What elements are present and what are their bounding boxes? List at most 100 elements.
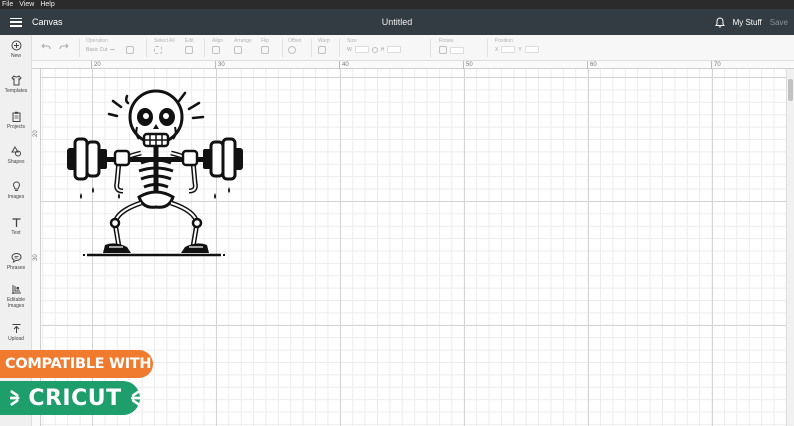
ruler-top: 20 30 40 50 60 70 [32,61,794,69]
cricut-text: CRICUT [28,385,122,411]
sidebar-item-phrases[interactable]: Phrases [0,252,32,271]
warp-control[interactable]: Warp [318,38,330,54]
chevron-down-icon [110,48,116,52]
sidebar-item-projects[interactable]: Projects [0,111,32,130]
width-input[interactable] [354,46,369,53]
cricut-swoosh-icon [10,390,20,406]
bell-icon[interactable] [714,16,725,28]
size-label: Size [347,38,357,44]
align-label: Align [212,38,224,44]
flip-control[interactable]: Flip [261,38,269,54]
sidebar-item-label: Phrases [6,265,26,271]
shirt-icon [10,75,22,86]
ruler-top-label: 50 [466,62,473,68]
edit-control[interactable]: Edit [185,38,194,54]
ruler-top-label: 60 [590,62,597,68]
sidebar-item-text[interactable]: Text [0,217,32,236]
warp-label: Warp [318,38,330,44]
flip-icon [261,46,269,54]
operation-control[interactable]: Operation Basic Cut [86,38,135,54]
scissors-icon [185,46,193,54]
size-h-label: H [380,46,385,53]
cricut-badge: CRICUT [0,381,140,415]
select-all-icon [154,46,162,54]
text-icon [12,218,20,227]
offset-control[interactable]: Offset [288,38,301,54]
cricut-swoosh-icon [130,390,140,406]
undo-icon[interactable] [41,43,51,51]
flip-label: Flip [261,38,270,44]
arrange-icon [234,46,242,54]
position-x-input[interactable] [501,46,516,53]
compatible-with-text: COMPATIBLE WITH [5,356,152,372]
sidebar-item-upload[interactable]: Upload [0,323,32,342]
rotate-input[interactable] [450,46,464,54]
sidebar-item-new[interactable]: New [0,40,32,59]
height-input[interactable] [387,46,402,53]
lock-icon[interactable] [371,46,378,53]
ruler-tick [587,61,588,69]
rotate-label: Rotate [439,38,454,44]
select-all-control[interactable]: Select All [154,38,175,54]
sidebar-item-images[interactable]: Images [0,181,32,200]
size-control[interactable]: Size W H [347,38,402,53]
position-x-label: X [495,46,499,53]
warp-icon [318,46,326,54]
ruler-tick [339,61,340,69]
ruler-top-label: 20 [94,62,101,68]
vertical-scrollbar[interactable] [786,69,794,426]
position-control[interactable]: Position X Y [495,38,539,53]
ruler-tick [215,61,216,69]
pen-icon [126,46,135,54]
ruler-left-label: 30 [33,254,39,261]
sidebar-item-editable-images[interactable]: Editable Images [0,284,32,309]
sidebar-item-templates[interactable]: Templates [0,75,32,94]
ruler-tick [91,61,92,69]
clipboard-icon [12,111,20,122]
app-title: Canvas [32,17,63,27]
menu-help[interactable]: Help [40,0,54,9]
save-button[interactable]: Save [770,18,788,27]
speech-bubble-icon [10,252,22,263]
sidebar-item-label: Editable Images [6,297,26,309]
operation-label: Operation [86,38,108,44]
document-title[interactable]: Untitled [0,17,794,27]
sidebar-item-label: Text [11,230,21,236]
rotate-icon [439,46,447,54]
ruler-top-label: 30 [218,62,225,68]
scrollbar-thumb[interactable] [788,79,793,101]
align-control[interactable]: Align [212,38,223,54]
sidebar-item-label: Templates [4,88,28,94]
skeleton-weightlifter-image[interactable] [65,87,245,257]
ruler-top-label: 40 [342,62,349,68]
position-y-label: Y [518,46,522,53]
edit-label: Edit [185,38,194,44]
menu-file[interactable]: File [2,0,13,9]
sidebar-item-shapes[interactable]: Shapes [0,146,32,165]
hamburger-menu-icon[interactable] [10,17,22,27]
size-w-label: W [347,46,352,53]
ruler-top-label: 70 [714,62,721,68]
arrange-label: Arrange [234,38,252,44]
lightbulb-icon [12,181,20,191]
position-label: Position [495,38,513,44]
ruler-left-label: 20 [33,130,39,137]
redo-icon[interactable] [59,43,69,51]
sidebar-item-label: Upload [8,336,24,342]
menu-view[interactable]: View [19,0,34,9]
offset-icon [288,46,296,54]
design-canvas[interactable] [41,69,786,426]
header-bar: Canvas Untitled My Stuff Save [0,9,794,35]
align-icon [212,46,220,54]
rotate-control[interactable]: Rotate [439,38,464,54]
select-all-label: Select All [154,38,175,44]
sidebar-item-label: Projects [6,124,26,130]
sidebar-item-label: New [10,53,21,59]
my-stuff-button[interactable]: My Stuff [733,18,762,27]
shapes-icon [10,146,21,157]
upload-icon [12,324,20,333]
compatible-with-badge: COMPATIBLE WITH [0,350,153,378]
ruler-tick [711,61,712,69]
arrange-control[interactable]: Arrange [234,38,252,54]
position-y-input[interactable] [524,46,539,53]
